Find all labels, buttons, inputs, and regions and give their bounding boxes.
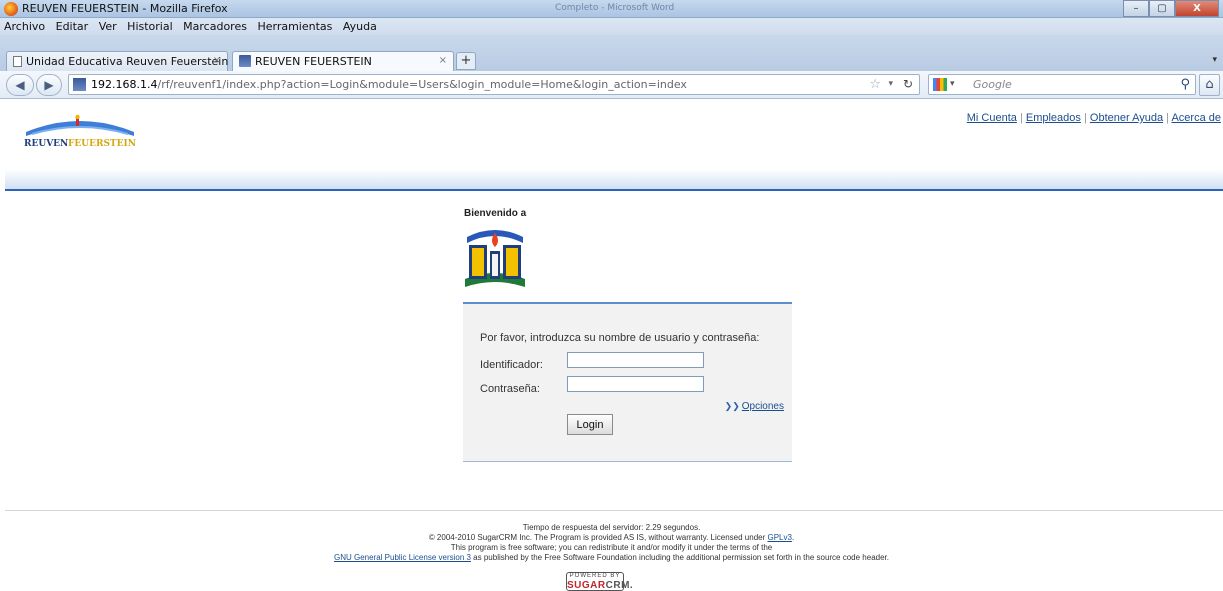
footer-divider	[5, 510, 1223, 511]
bookmark-star-icon[interactable]: ☆	[869, 75, 881, 94]
svg-text:FEUERSTEIN: FEUERSTEIN	[68, 139, 136, 149]
page-icon	[13, 56, 22, 67]
link-separator: |	[1083, 112, 1087, 124]
sugar-text: SUGAR	[567, 580, 606, 591]
gnu-license-text: as published by the Free Software Founda…	[470, 553, 889, 562]
acerca-de-link[interactable]: Acerca de	[1171, 112, 1221, 124]
history-dropdown-icon[interactable]: ▾	[888, 75, 893, 94]
empleados-link[interactable]: Empleados	[1026, 112, 1081, 124]
search-icon[interactable]: ⚲	[1180, 75, 1190, 94]
options-link[interactable]: Opciones	[742, 401, 784, 412]
page-content: REUVEN FEUERSTEIN Mi Cuenta | Empleados …	[0, 100, 1223, 591]
search-input[interactable]: ▾ Google ⚲	[928, 74, 1196, 95]
double-chevron-down-icon: ❯❯	[724, 401, 740, 411]
password-label: Contraseña:	[480, 383, 540, 395]
search-engine-dropdown-icon[interactable]: ▾	[950, 75, 955, 94]
url-path: /rf/reuvenf1/index.php?action=Login&modu…	[157, 78, 687, 91]
menu-archivo[interactable]: Archivo	[0, 18, 48, 33]
navigation-toolbar: ◀ ▶ 192.168.1.4/rf/reuvenf1/index.php?ac…	[0, 71, 1223, 99]
copyright-line: © 2004-2010 SugarCRM Inc. The Program is…	[0, 533, 1223, 543]
password-input[interactable]	[567, 376, 704, 392]
back-button[interactable]: ◀	[6, 74, 34, 96]
options-toggle[interactable]: ❯❯ Opciones	[725, 401, 784, 412]
close-tab-icon[interactable]: ×	[213, 55, 221, 66]
top-links: Mi Cuenta | Empleados | Obtener Ayuda | …	[967, 112, 1221, 124]
minimize-button[interactable]: –	[1123, 0, 1149, 17]
svg-text:REUVEN: REUVEN	[24, 139, 68, 149]
firefox-icon	[4, 2, 18, 16]
username-input[interactable]	[567, 352, 704, 368]
powered-by-sugarcrm-badge[interactable]: POWERED BY SUGARCRM.	[566, 572, 633, 591]
menu-bar: Archivo Editar Ver Historial Marcadores …	[0, 18, 1223, 35]
site-favicon-icon	[239, 55, 251, 67]
home-button[interactable]: ⌂	[1199, 74, 1220, 96]
menu-herramientas[interactable]: Herramientas	[253, 18, 335, 33]
close-tab-icon[interactable]: ×	[439, 55, 447, 66]
tab-label: Unidad Educativa Reuven Feuerstein	[26, 55, 229, 68]
server-response-time: Tiempo de respuesta del servidor: 2.29 s…	[522, 523, 701, 532]
footer: Tiempo de respuesta del servidor: 2.29 s…	[0, 523, 1223, 563]
menu-ayuda[interactable]: Ayuda	[339, 18, 380, 33]
search-placeholder: Google	[973, 78, 1012, 91]
school-crest-logo	[465, 230, 525, 287]
tab-reuven-feuerstein[interactable]: REUVEN FEUERSTEIN ×	[232, 51, 454, 71]
copyright-text: © 2004-2010 SugarCRM Inc. The Program is…	[428, 533, 768, 542]
school-logo[interactable]: REUVEN FEUERSTEIN	[22, 114, 138, 150]
reload-icon[interactable]: ↻	[903, 75, 913, 94]
tab-strip: Unidad Educativa Reuven Feuerstein × REU…	[0, 35, 1223, 71]
google-icon[interactable]	[933, 78, 947, 91]
gplv3-link[interactable]: GPLv3	[767, 533, 791, 542]
menu-ver[interactable]: Ver	[95, 18, 120, 33]
crm-text: CRM.	[605, 580, 634, 591]
link-separator: |	[1019, 112, 1023, 124]
mi-cuenta-link[interactable]: Mi Cuenta	[967, 112, 1017, 124]
maximize-button[interactable]: ▢	[1149, 0, 1175, 17]
welcome-text: Bienvenido a	[464, 208, 527, 219]
url-bar[interactable]: 192.168.1.4/rf/reuvenf1/index.php?action…	[68, 74, 920, 95]
tab-label: REUVEN FEUERSTEIN	[255, 55, 372, 68]
close-window-button[interactable]: X	[1175, 0, 1219, 17]
header-bar	[5, 169, 1223, 191]
site-identity-icon[interactable]	[73, 78, 86, 91]
gnu-gpl-link[interactable]: GNU General Public License version 3	[334, 553, 471, 562]
new-tab-button[interactable]: +	[456, 52, 476, 70]
sugarcrm-wordmark: SUGARCRM.	[567, 580, 633, 591]
window-controls: – ▢ X	[1123, 0, 1219, 17]
obtener-ayuda-link[interactable]: Obtener Ayuda	[1090, 112, 1163, 124]
copyright-end: .	[791, 533, 795, 542]
menu-editar[interactable]: Editar	[52, 18, 92, 33]
free-software-line: This program is free software; you can r…	[450, 543, 773, 552]
username-label: Identificador:	[480, 359, 543, 371]
background-window-title: Completo - Microsoft Word	[555, 3, 675, 13]
menu-marcadores[interactable]: Marcadores	[179, 18, 250, 33]
window-titlebar: REUVEN FEUERSTEIN - Mozilla Firefox Comp…	[0, 0, 1223, 18]
powered-by-text: POWERED BY	[569, 573, 621, 579]
forward-button[interactable]: ▶	[36, 74, 62, 96]
gnu-license-line: GNU General Public License version 3 as …	[0, 553, 1223, 563]
login-button[interactable]: Login	[567, 414, 613, 435]
login-panel: Por favor, introduzca su nombre de usuar…	[463, 302, 792, 462]
url-host: 192.168.1.4	[91, 78, 158, 91]
menu-historial[interactable]: Historial	[123, 18, 175, 33]
tab-unidad-educativa[interactable]: Unidad Educativa Reuven Feuerstein ×	[6, 51, 228, 71]
link-separator: |	[1166, 112, 1170, 124]
window-title: REUVEN FEUERSTEIN - Mozilla Firefox	[22, 2, 228, 15]
tab-list-dropdown-icon[interactable]: ▾	[1212, 55, 1217, 65]
login-prompt: Por favor, introduzca su nombre de usuar…	[480, 332, 760, 344]
